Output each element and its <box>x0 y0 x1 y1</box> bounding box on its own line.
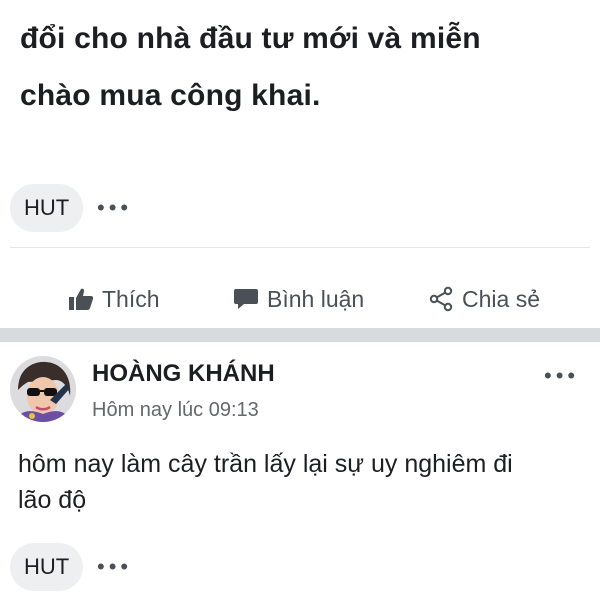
stock-tag-chip[interactable]: HUT <box>10 543 84 591</box>
like-label: Thích <box>102 285 160 312</box>
comment-label: Bình luận <box>267 285 365 312</box>
author-name[interactable]: HOÀNG KHÁNH <box>92 360 275 388</box>
more-options-icon[interactable]: ••• <box>97 197 132 219</box>
divider <box>10 247 590 248</box>
post-action-bar: Thích Bình luận Chia sẻ <box>0 272 600 326</box>
like-button[interactable]: Thích <box>68 272 160 326</box>
post-text-line: hôm nay làm cây trần lấy lại sự uy nghiê… <box>18 450 513 478</box>
post-text-line: chào mua công khai. <box>20 79 321 112</box>
post-timestamp[interactable]: Hôm nay lúc 09:13 <box>92 399 259 422</box>
thumbs-up-icon <box>68 287 94 311</box>
more-options-icon[interactable]: ••• <box>97 556 132 578</box>
share-icon <box>428 286 454 312</box>
avatar-image <box>10 356 76 422</box>
comment-button[interactable]: Bình luận <box>233 272 364 326</box>
post-separator <box>0 328 600 342</box>
post-options-icon[interactable]: ••• <box>544 365 579 387</box>
share-button[interactable]: Chia sẻ <box>428 272 540 326</box>
share-label: Chia sẻ <box>462 285 540 312</box>
post-text-line: đổi cho nhà đầu tư mới và miễn <box>20 22 481 55</box>
stock-tag-chip[interactable]: HUT <box>10 184 84 232</box>
post-text-line: lão độ <box>18 486 87 514</box>
speech-bubble-icon <box>233 287 259 311</box>
avatar[interactable] <box>10 356 76 422</box>
post-body-text: đổi cho nhà đầu tư mới và miễn chào mua … <box>20 10 580 124</box>
post-body-text: hôm nay làm cây trần lấy lại sự uy nghiê… <box>18 446 578 518</box>
